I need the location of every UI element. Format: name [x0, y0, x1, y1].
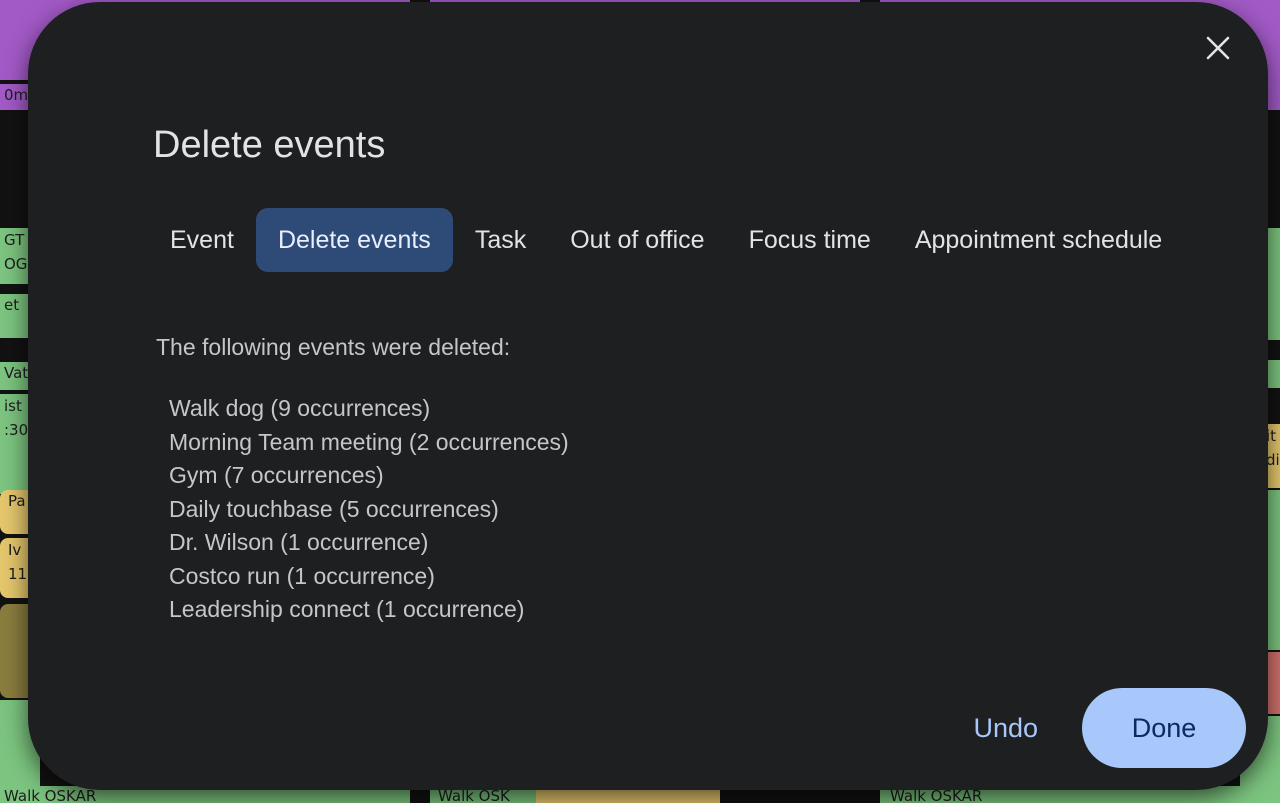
calendar-event-text: et	[4, 296, 20, 314]
event-type-tabs: Event Delete events Task Out of office F…	[148, 207, 1184, 273]
calendar-event-text: Vat	[4, 364, 29, 382]
tab-out-of-office[interactable]: Out of office	[548, 208, 726, 272]
tab-task[interactable]: Task	[453, 208, 548, 272]
deleted-message: The following events were deleted:	[156, 334, 511, 360]
calendar-event-text: :30	[4, 421, 29, 439]
undo-button[interactable]: Undo	[941, 688, 1070, 768]
calendar-event-text: di	[1266, 451, 1280, 469]
tab-focus-time[interactable]: Focus time	[727, 208, 893, 272]
list-item: Walk dog (9 occurrences)	[169, 395, 431, 421]
calendar-event-text: GT	[4, 231, 25, 249]
list-item: Morning Team meeting (2 occurrences)	[169, 428, 569, 455]
list-item: Daily touchbase (5 occurrences)	[169, 495, 499, 522]
calendar-event-text: 0m	[4, 86, 29, 104]
delete-events-dialog: Delete events Event Delete events Task O…	[28, 2, 1268, 790]
close-button[interactable]	[1198, 28, 1238, 68]
list-item: Leadership connect (1 occurrence)	[169, 596, 525, 622]
list-item: Costco run (1 occurrence)	[169, 562, 435, 589]
list-item: Gym (7 occurrences)	[169, 462, 384, 488]
tab-appointment-schedule[interactable]: Appointment schedule	[893, 208, 1184, 272]
tab-event[interactable]: Event	[148, 208, 256, 272]
calendar-event-text: OG	[4, 255, 28, 273]
dialog-footer: Undo Done	[941, 688, 1246, 768]
dialog-title: Delete events	[153, 124, 386, 166]
deleted-events-list: Walk dog (9 occurrences) Morning Team me…	[169, 392, 569, 627]
list-item: Dr. Wilson (1 occurrence)	[169, 529, 429, 555]
calendar-event-text: 11	[8, 565, 28, 583]
calendar-event-text: Walk OSKAR	[4, 787, 97, 803]
calendar-event-text: Iv	[8, 541, 22, 559]
tab-delete-events[interactable]: Delete events	[255, 208, 453, 272]
done-button[interactable]: Done	[1082, 688, 1246, 768]
calendar-event-text: ist	[4, 397, 22, 415]
calendar-event-text: Pa	[8, 492, 26, 510]
close-icon	[1206, 36, 1230, 60]
